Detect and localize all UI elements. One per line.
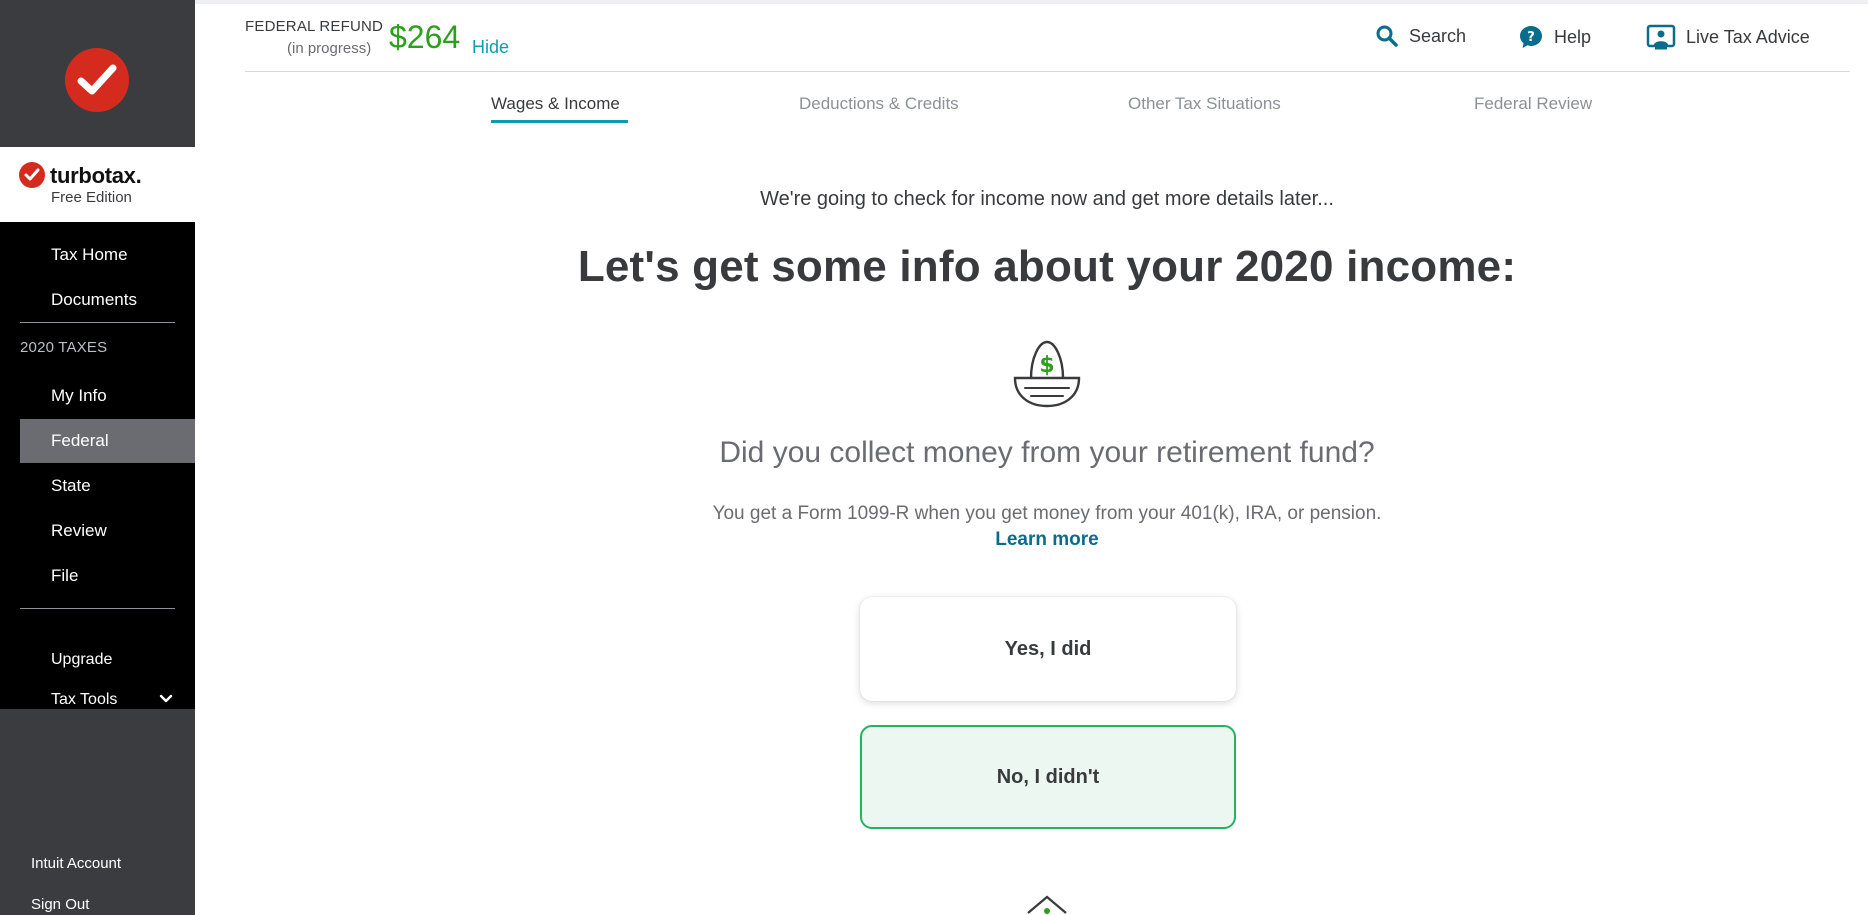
nav-divider bbox=[20, 322, 175, 323]
sidebar-item-upgrade[interactable]: Upgrade bbox=[20, 638, 195, 682]
page-title: Let's get some info about your 2020 inco… bbox=[577, 242, 1517, 291]
refund-amount: $264 bbox=[389, 19, 461, 55]
chevron-down-icon bbox=[159, 694, 173, 703]
refund-label: FEDERAL REFUND bbox=[245, 18, 384, 35]
search-icon bbox=[1376, 25, 1398, 47]
sidebar-item-file[interactable]: File bbox=[20, 554, 195, 598]
svg-text:$: $ bbox=[1039, 353, 1054, 378]
learn-more-label: Learn more bbox=[995, 529, 1099, 550]
learn-more-link[interactable]: Learn more bbox=[0, 529, 1868, 551]
nest-egg-dollar-icon: $ bbox=[1013, 340, 1081, 408]
tab-wages-income[interactable]: Wages & Income bbox=[491, 94, 620, 114]
live-advice-icon bbox=[1646, 24, 1676, 50]
hide-refund-link[interactable]: Hide bbox=[472, 37, 509, 58]
sidebar-item-tax-tools[interactable]: Tax Tools bbox=[20, 678, 195, 722]
help-label: Help bbox=[1554, 26, 1592, 47]
tab-other-tax-situations[interactable]: Other Tax Situations bbox=[1128, 94, 1281, 114]
refund-status: (in progress) bbox=[287, 40, 372, 57]
no-button[interactable]: No, I didn't bbox=[860, 725, 1236, 829]
brand-name-text: turbotax bbox=[50, 163, 136, 188]
live-tax-advice-link[interactable]: Live Tax Advice bbox=[1646, 24, 1810, 50]
sidebar-item-state[interactable]: State bbox=[20, 464, 195, 508]
brand-dot: . bbox=[135, 163, 142, 188]
live-tax-advice-label: Live Tax Advice bbox=[1686, 26, 1810, 47]
nav-section-label: 2020 TAXES bbox=[20, 339, 108, 356]
brand-name: turbotax. bbox=[50, 163, 142, 189]
top-border bbox=[195, 0, 1868, 4]
sidebar-logo-area bbox=[0, 4, 195, 147]
sign-out-link[interactable]: Sign Out bbox=[31, 896, 89, 913]
turbotax-check-icon[interactable] bbox=[65, 48, 129, 112]
tab-federal-review[interactable]: Federal Review bbox=[1474, 94, 1592, 114]
help-link[interactable]: ? Help bbox=[1518, 24, 1591, 50]
tab-deductions-credits[interactable]: Deductions & Credits bbox=[799, 94, 959, 114]
question-description: You get a Form 1099-R when you get money… bbox=[712, 503, 1382, 524]
intuit-account-link[interactable]: Intuit Account bbox=[31, 855, 121, 872]
yes-button[interactable]: Yes, I did bbox=[860, 597, 1236, 701]
help-icon: ? bbox=[1520, 26, 1542, 48]
next-section-icon bbox=[1027, 895, 1067, 914]
search-link[interactable]: Search bbox=[1375, 24, 1466, 48]
sidebar-item-label: Tax Tools bbox=[51, 691, 118, 708]
sidebar-item-my-info[interactable]: My Info bbox=[20, 374, 195, 418]
svg-text:?: ? bbox=[1527, 30, 1535, 45]
turbotax-small-check-icon bbox=[19, 162, 45, 188]
header-divider bbox=[245, 71, 1850, 72]
question-heading: Did you collect money from your retireme… bbox=[719, 436, 1375, 469]
nav-divider bbox=[20, 608, 175, 609]
search-label: Search bbox=[1409, 25, 1467, 46]
intro-text: We're going to check for income now and … bbox=[760, 188, 1334, 210]
active-tab-indicator bbox=[491, 120, 628, 123]
